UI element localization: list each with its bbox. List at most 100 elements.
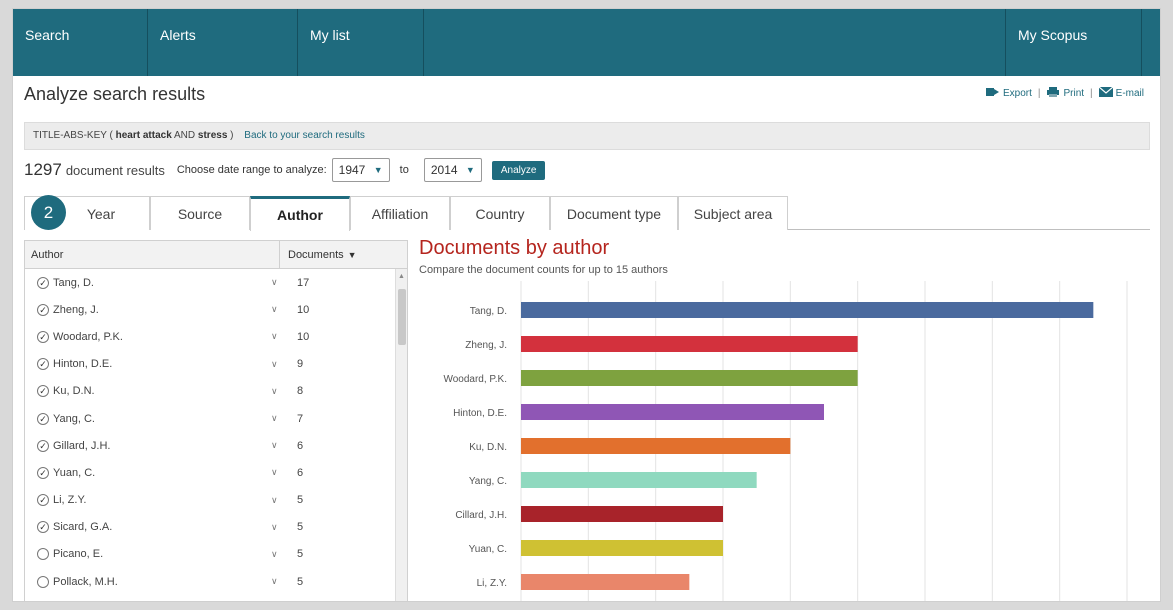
tab-subject-area[interactable]: Subject area xyxy=(678,196,788,230)
checkbox-checked-icon[interactable]: ✓ xyxy=(37,358,49,371)
author-row[interactable]: ✓ Woodard, P.K. ∨ 10 xyxy=(25,323,407,350)
checkbox-checked-icon[interactable]: ✓ xyxy=(37,330,49,343)
author-row[interactable]: ✓ Gillard, J.H. ∨ 6 xyxy=(25,432,407,459)
tab-document-type[interactable]: Document type xyxy=(550,196,678,230)
author-doc-count: 10 xyxy=(297,303,310,316)
back-to-results-link[interactable]: Back to your search results xyxy=(244,130,365,141)
y-tick-label: Li, Z.Y. xyxy=(477,578,507,589)
author-name[interactable]: Hinton, D.E. xyxy=(53,358,271,370)
bar[interactable] xyxy=(521,472,757,488)
bar[interactable] xyxy=(521,404,824,420)
author-name[interactable]: Picano, E. xyxy=(53,548,271,560)
email-link[interactable]: E-mail xyxy=(1098,87,1144,99)
chevron-down-icon[interactable]: ∨ xyxy=(271,576,297,587)
checkbox-checked-icon[interactable]: ✓ xyxy=(37,521,49,534)
checkbox-checked-icon[interactable]: ✓ xyxy=(37,466,49,479)
author-row[interactable]: ✓ Zheng, J. ∨ 10 xyxy=(25,296,407,323)
date-range-label: Choose date range to analyze: xyxy=(176,164,327,176)
chevron-down-icon[interactable]: ∨ xyxy=(271,467,297,478)
author-row[interactable]: ✓ Ku, D.N. ∨ 8 xyxy=(25,378,407,405)
chevron-down-icon[interactable]: ∨ xyxy=(271,413,297,424)
bar[interactable] xyxy=(521,506,723,522)
nav-my-list[interactable]: My list xyxy=(298,9,424,76)
checkbox-checked-icon[interactable]: ✓ xyxy=(37,385,49,398)
author-name[interactable]: Yuan, C. xyxy=(53,467,271,479)
author-row[interactable]: ✓ Yuan, C. ∨ 6 xyxy=(25,459,407,486)
author-row[interactable]: ✓ Hinton, D.E. ∨ 9 xyxy=(25,351,407,378)
author-row[interactable]: ✓ Yang, C. ∨ 7 xyxy=(25,405,407,432)
bar[interactable] xyxy=(521,438,791,454)
author-row[interactable]: ✓ Sicard, G.A. ∨ 5 xyxy=(25,514,407,541)
from-year-select[interactable]: 1947 ▼ xyxy=(331,158,390,182)
results-count: 1297 xyxy=(24,160,62,179)
tab-source[interactable]: Source xyxy=(150,196,250,230)
nav-my-scopus[interactable]: My Scopus xyxy=(1006,9,1142,76)
author-doc-count: 7 xyxy=(297,412,304,425)
author-row[interactable]: ✓ Tang, D. ∨ 17 xyxy=(25,269,407,296)
author-name[interactable]: Pollack, M.H. xyxy=(53,576,271,588)
tab-affiliation[interactable]: Affiliation xyxy=(350,196,450,230)
scroll-up-icon[interactable]: ▲ xyxy=(398,273,405,280)
tab-country[interactable]: Country xyxy=(450,196,550,230)
author-doc-count: 8 xyxy=(297,385,304,398)
chevron-down-icon[interactable]: ∨ xyxy=(271,522,297,533)
author-rows: ✓ Tang, D. ∨ 17 ✓ Zheng, J. ∨ 10 ✓ Woodard, P.K. ∨… xyxy=(25,269,407,595)
export-link[interactable]: Export xyxy=(985,87,1032,99)
checkbox-unchecked-icon[interactable] xyxy=(37,575,49,588)
header-author[interactable]: Author xyxy=(25,241,280,269)
header-documents-label: Documents xyxy=(288,248,344,261)
checkbox-checked-icon[interactable]: ✓ xyxy=(37,494,49,507)
checkbox-checked-icon[interactable]: ✓ xyxy=(37,276,49,289)
author-name[interactable]: Yang, C. xyxy=(53,413,271,425)
to-year-value: 2014 xyxy=(430,163,458,177)
author-name[interactable]: Li, Z.Y. xyxy=(53,494,271,506)
chevron-down-icon[interactable]: ∨ xyxy=(271,386,297,397)
nav-alerts[interactable]: Alerts xyxy=(148,9,298,76)
chevron-down-icon[interactable]: ∨ xyxy=(271,495,297,506)
chevron-down-icon[interactable]: ∨ xyxy=(271,549,297,560)
print-icon xyxy=(1047,87,1060,97)
to-year-select[interactable]: 2014 ▼ xyxy=(423,158,482,182)
sort-icon: ▼ xyxy=(347,249,357,260)
author-name[interactable]: Sicard, G.A. xyxy=(53,521,271,533)
author-row[interactable]: Picano, E. ∨ 5 xyxy=(25,541,407,568)
chevron-down-icon[interactable]: ∨ xyxy=(271,440,297,451)
analyze-button[interactable]: Analyze xyxy=(491,160,546,180)
print-link[interactable]: Print xyxy=(1046,87,1084,99)
scroll-thumb[interactable] xyxy=(398,289,406,345)
author-table: Author Documents ▼ ✓ Tang, D. ∨ 17 ✓ Zheng, J.… xyxy=(24,240,408,601)
page-title: Analyze search results xyxy=(24,84,206,104)
checkbox-unchecked-icon[interactable] xyxy=(37,548,49,561)
chevron-down-icon[interactable]: ∨ xyxy=(271,304,297,315)
author-name[interactable]: Zheng, J. xyxy=(53,304,271,316)
checkbox-checked-icon[interactable]: ✓ xyxy=(37,439,49,452)
author-name[interactable]: Tang, D. xyxy=(53,277,271,289)
nav-end-cap xyxy=(1142,9,1160,76)
chevron-down-icon[interactable]: ∨ xyxy=(271,277,297,288)
bar[interactable] xyxy=(521,302,1094,318)
author-name[interactable]: Gillard, J.H. xyxy=(53,440,271,452)
caret-down-icon: ▼ xyxy=(373,165,383,175)
author-name[interactable]: Ku, D.N. xyxy=(53,385,271,397)
checkbox-checked-icon[interactable]: ✓ xyxy=(37,412,49,425)
bar[interactable] xyxy=(521,370,858,386)
author-row[interactable]: Pollack, M.H. ∨ 5 xyxy=(25,568,407,595)
y-tick-label: Cillard, J.H. xyxy=(455,510,507,521)
y-tick-label: Yuan, C. xyxy=(469,544,507,555)
y-tick-label: Hinton, D.E. xyxy=(453,408,507,419)
author-scrollbar[interactable]: ▲ xyxy=(395,269,407,601)
author-row[interactable]: ✓ Li, Z.Y. ∨ 5 xyxy=(25,487,407,514)
tab-author[interactable]: Author xyxy=(250,196,350,231)
bar[interactable] xyxy=(521,336,858,352)
page-tools: Export | Print | E-mail xyxy=(985,87,1144,99)
author-name[interactable]: Woodard, P.K. xyxy=(53,331,271,343)
bar[interactable] xyxy=(521,540,723,556)
chevron-down-icon[interactable]: ∨ xyxy=(271,359,297,370)
author-doc-count: 5 xyxy=(297,575,304,588)
nav-search[interactable]: Search xyxy=(13,9,148,76)
bar[interactable] xyxy=(521,574,690,590)
checkbox-checked-icon[interactable]: ✓ xyxy=(37,303,49,316)
header-documents[interactable]: Documents ▼ xyxy=(280,249,357,261)
query-operator: AND xyxy=(174,130,196,141)
chevron-down-icon[interactable]: ∨ xyxy=(271,331,297,342)
